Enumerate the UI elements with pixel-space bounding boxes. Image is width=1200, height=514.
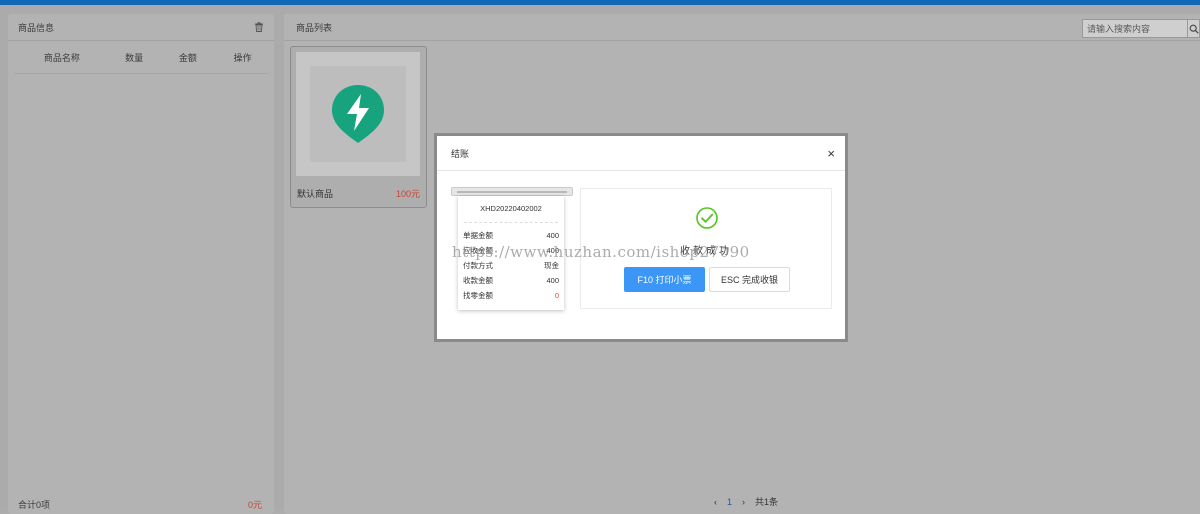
total-count: 共1条 [755,497,779,507]
receipt-row-label: 应收金额 [463,246,493,255]
receipt-row-label: 找零金额 [463,291,493,300]
product-panel-title: 商品列表 [296,22,333,33]
product-image [296,52,420,176]
receipt: XHD20220402002 单据金额 400 应收金额 400 付款方式 现金… [458,196,564,310]
product-name: 默认商品 [297,189,334,199]
cart-panel-title: 商品信息 [18,22,55,33]
modal-title: 结账 [451,148,470,159]
finish-checkout-button[interactable]: ESC 完成收银 [709,267,790,292]
cart-total-count: 合计0项 [18,500,51,510]
search-box [1082,19,1200,38]
receipt-row: 单据金额 400 [458,228,564,243]
product-card[interactable]: 默认商品 100元 [290,46,427,208]
check-circle-icon [696,207,718,229]
payment-success-box: 收款成功 F10 打印小票 ESC 完成收银 [580,188,832,309]
checkout-modal: 结账 × XHD20220402002 单据金额 400 应收金额 400 付款… [434,133,848,342]
receipt-row-value: 400 [546,231,559,240]
cart-panel-header: 商品信息 [8,14,274,41]
success-message: 收款成功 [680,246,732,257]
receipt-row: 找零金额 0 [458,288,564,303]
receipt-row-label: 付款方式 [463,261,493,270]
pagination: ‹ 1 › 共1条 [714,495,778,508]
trash-icon[interactable] [254,22,264,32]
receipt-row: 付款方式 现金 [458,258,564,273]
cart-footer: 合计0项 0元 [18,498,262,511]
search-icon[interactable] [1187,20,1199,37]
column-header-action: 操作 [233,52,252,63]
next-page-button[interactable]: › [742,497,745,507]
search-input[interactable] [1083,21,1187,36]
prev-page-button[interactable]: ‹ [714,497,717,507]
receipt-order-number: XHD20220402002 [464,196,558,223]
receipt-row-label: 收款金额 [463,276,493,285]
page-number[interactable]: 1 [727,497,732,507]
column-header-name: 商品名称 [43,52,80,63]
close-icon[interactable]: × [827,146,835,161]
receipt-row-value: 现金 [544,261,559,270]
print-receipt-button[interactable]: F10 打印小票 [624,267,705,292]
column-header-amount: 金额 [178,52,197,63]
modal-header: 结账 × [437,136,845,171]
cart-table-header: 商品名称 数量 金额 操作 [14,41,268,74]
cart-panel: 商品信息 商品名称 数量 金额 操作 合计0项 0元 [8,14,274,514]
receipt-row: 应收金额 400 [458,243,564,258]
lightning-pin-icon [332,85,384,143]
cart-total-amount: 0元 [247,500,262,510]
column-header-quantity: 数量 [125,52,144,63]
product-price: 100元 [395,189,420,199]
receipt-row: 收款金额 400 [458,273,564,288]
receipt-row-label: 单据金额 [463,231,493,240]
receipt-row-value: 400 [546,276,559,285]
receipt-row-value: 400 [546,246,559,255]
product-panel-header: 商品列表 [284,14,1200,41]
receipt-row-value: 0 [554,291,559,300]
receipt-printer [451,187,573,196]
